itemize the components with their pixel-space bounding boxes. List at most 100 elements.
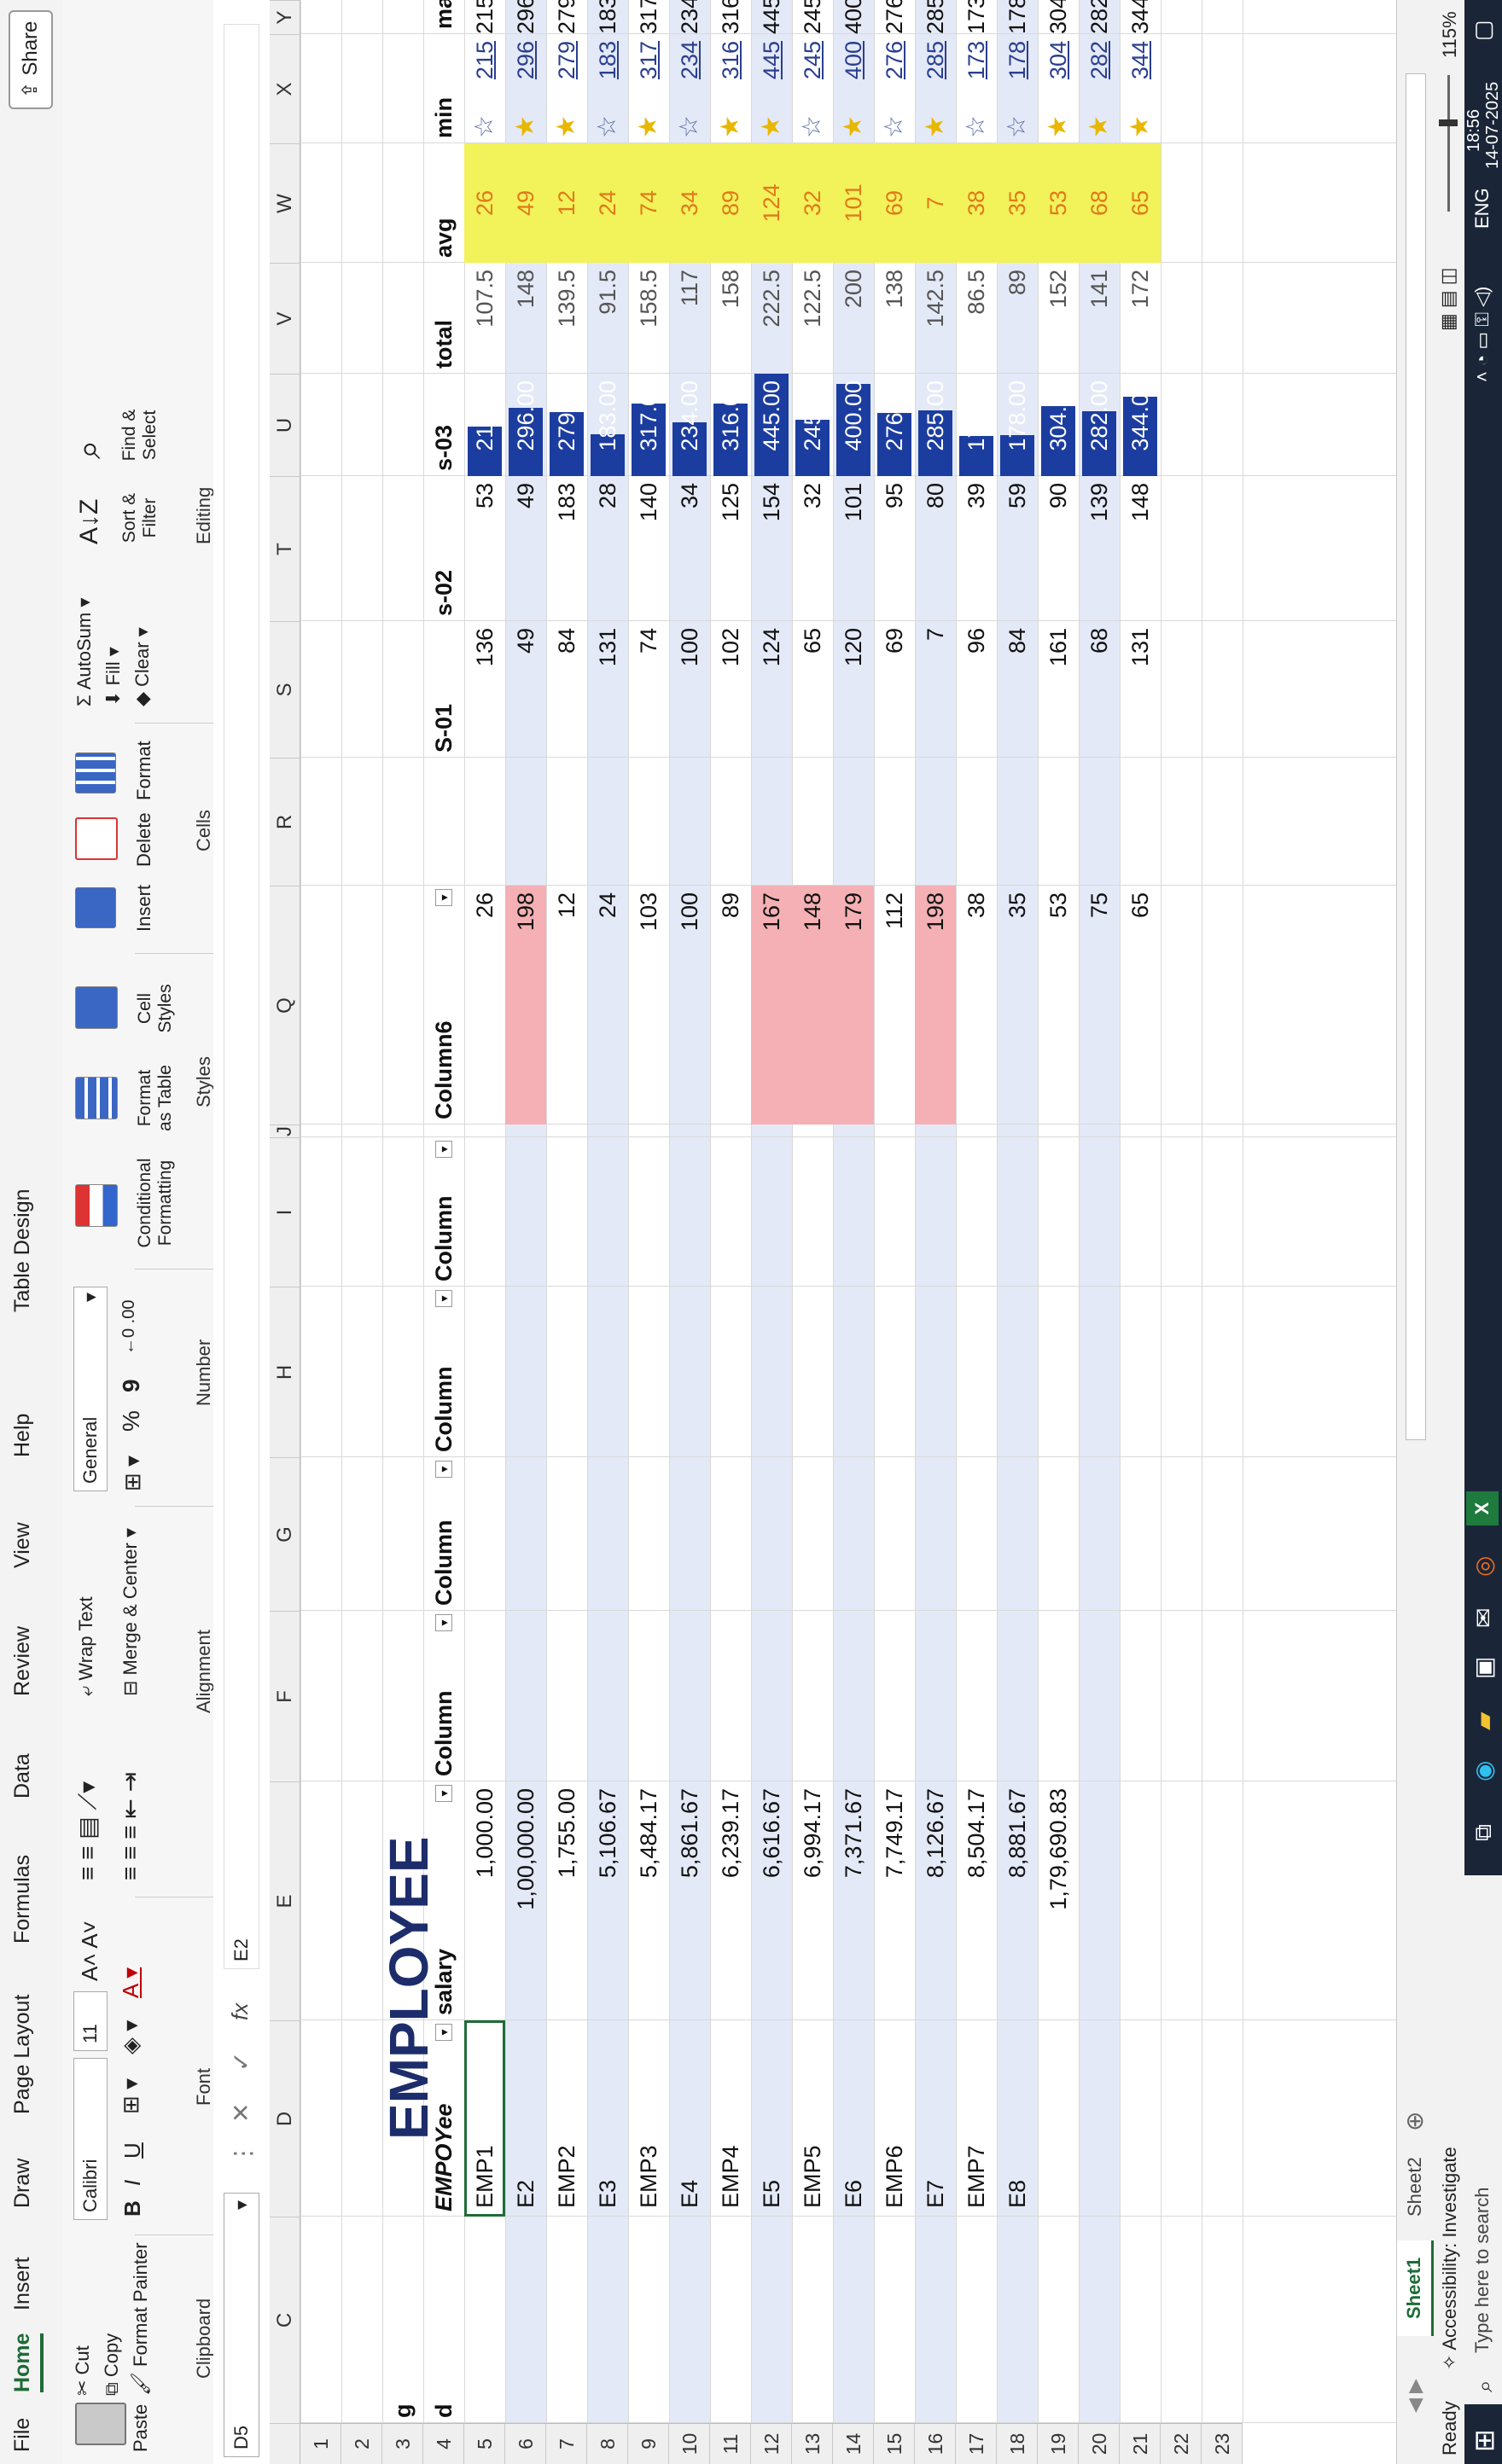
cell-s01[interactable]: 84 [546,621,587,758]
cell-avg[interactable]: 34 [669,143,710,263]
cell-s02[interactable]: 95 [874,476,915,621]
tab-data[interactable]: Data [10,1753,35,1799]
cell-avg[interactable]: 24 [587,143,628,263]
cell-total[interactable]: 138 [874,263,915,374]
cell-column6[interactable]: 100 [669,886,710,1124]
cell-min[interactable]: 344 [1120,34,1161,143]
cell-total[interactable]: 122.5 [792,263,833,374]
cell-avg[interactable]: 35 [997,143,1038,263]
table-header-s01[interactable]: S-01 [423,621,464,758]
cell-max[interactable]: 317 [628,0,669,34]
row-header-5[interactable]: 5 [464,2423,505,2464]
cell-styles-icon[interactable] [75,986,118,1029]
cell-employee[interactable]: E6 [833,2020,874,2217]
merge-center-button[interactable]: ⊟ Merge & Center ▾ [119,1528,142,1696]
row-header-17[interactable]: 17 [956,2423,997,2464]
column-header-Y[interactable]: Y [270,0,300,34]
cell-total[interactable]: 222.5 [751,263,792,374]
cell-s03[interactable]: 276.00 [874,374,915,476]
percent-button[interactable]: % [118,1410,145,1432]
cell-s01[interactable]: 84 [997,621,1038,758]
cell-min[interactable]: 234 [669,34,710,143]
cell-s01[interactable]: 136 [464,621,505,758]
filter-dropdown-icon[interactable]: ▾ [435,1785,452,1802]
row-header-13[interactable]: 13 [792,2423,833,2464]
column-header-Q[interactable]: Q [270,886,300,1124]
row-header-14[interactable]: 14 [833,2423,874,2464]
cell-employee[interactable]: E4 [669,2020,710,2217]
file-explorer-icon[interactable]: ▰ [1470,1711,1498,1730]
cell-employee[interactable]: E5 [751,2020,792,2217]
cell-s03[interactable]: 316.00 [710,374,751,476]
cell-s01[interactable]: 69 [874,621,915,758]
language-indicator[interactable]: ENG [1471,188,1493,229]
cell-min[interactable]: 279 [546,34,587,143]
format-table-icon[interactable] [75,1077,118,1119]
cell-total[interactable]: 142.5 [915,263,956,374]
row-header-18[interactable]: 18 [997,2423,1038,2464]
cell-s03[interactable]: 279.00 [546,374,587,476]
cell-min[interactable]: 317 [628,34,669,143]
cell-s01[interactable]: 124 [751,621,792,758]
cell-column6[interactable]: 198 [505,886,546,1124]
filter-dropdown-icon[interactable]: ▾ [435,1614,452,1631]
cell-s01[interactable]: 100 [669,621,710,758]
cell-s01[interactable]: 96 [956,621,997,758]
column-header-W[interactable]: W [270,143,300,263]
cell-avg[interactable]: 89 [710,143,751,263]
cell-max[interactable]: 285 [915,0,956,34]
row-header-9[interactable]: 9 [628,2423,669,2464]
column-header-E[interactable]: E [270,1781,300,2020]
row-header-19[interactable]: 19 [1038,2423,1079,2464]
filter-dropdown-icon[interactable]: ▾ [435,1141,452,1158]
tab-page-layout[interactable]: Page Layout [10,1995,35,2114]
tab-view[interactable]: View [10,1522,35,1568]
column-header-S[interactable]: S [270,621,300,758]
cell-column6[interactable]: 24 [587,886,628,1124]
column-header-U[interactable]: U [270,374,300,476]
cell-salary[interactable]: 1,755.00 [546,1781,587,2020]
cell-column6[interactable]: 179 [833,886,874,1124]
font-size-box[interactable]: 11 [73,1991,108,2051]
cell-avg[interactable]: 53 [1038,143,1079,263]
font-color-icon[interactable]: A ▾ [118,1967,144,1998]
sort-filter-label[interactable]: Sort & Filter [119,479,160,556]
cell-min[interactable]: 215 [464,34,505,143]
column-header-X[interactable]: X [270,34,300,143]
cell-avg[interactable]: 26 [464,143,505,263]
table-header-max[interactable]: max [423,0,464,34]
cell-s02[interactable]: 53 [464,476,505,621]
cell-max[interactable]: 344 [1120,0,1161,34]
format-painter-button[interactable]: 🖌 Format Painter [130,2242,152,2396]
cut-button[interactable]: ✂ Cut [72,2345,94,2396]
cell-total[interactable]: 139.5 [546,263,587,374]
cell-s02[interactable]: 125 [710,476,751,621]
row-header-6[interactable]: 6 [505,2423,546,2464]
row-header-12[interactable]: 12 [751,2423,792,2464]
cell-min[interactable]: 245 [792,34,833,143]
cell-max[interactable]: 234 [669,0,710,34]
cell-s02[interactable]: 139 [1079,476,1120,621]
cell-s03[interactable]: 234.00 [669,374,710,476]
delete-cells-icon[interactable] [75,817,118,860]
cell-salary[interactable]: 5,861.67 [669,1781,710,2020]
tab-table-design[interactable]: Table Design [10,1188,35,1312]
table-header-col6[interactable]: Column6 [423,886,464,1124]
row-header-21[interactable]: 21 [1120,2423,1161,2464]
row-header-10[interactable]: 10 [669,2423,710,2464]
column-header-R[interactable]: R [270,758,300,886]
tab-formulas[interactable]: Formulas [10,1855,35,1944]
sort-filter-icon[interactable]: A↓Z [75,499,104,544]
cell-s01[interactable]: 74 [628,621,669,758]
cell-s02[interactable]: 183 [546,476,587,621]
excel-taskbar-icon[interactable]: X [1466,1491,1499,1525]
fx-icon[interactable]: fx [227,2003,253,2020]
cell-max[interactable]: 304 [1038,0,1079,34]
cell-min[interactable]: 445 [751,34,792,143]
cell-min[interactable]: 173 [956,34,997,143]
cell-max[interactable]: 173 [956,0,997,34]
cell-s03[interactable]: 317.00 [628,374,669,476]
name-box[interactable]: D5 ▾ [224,2193,259,2457]
fill-color-icon[interactable]: ◈ ▾ [118,2020,144,2054]
cell-salary[interactable]: 5,106.67 [587,1781,628,2020]
